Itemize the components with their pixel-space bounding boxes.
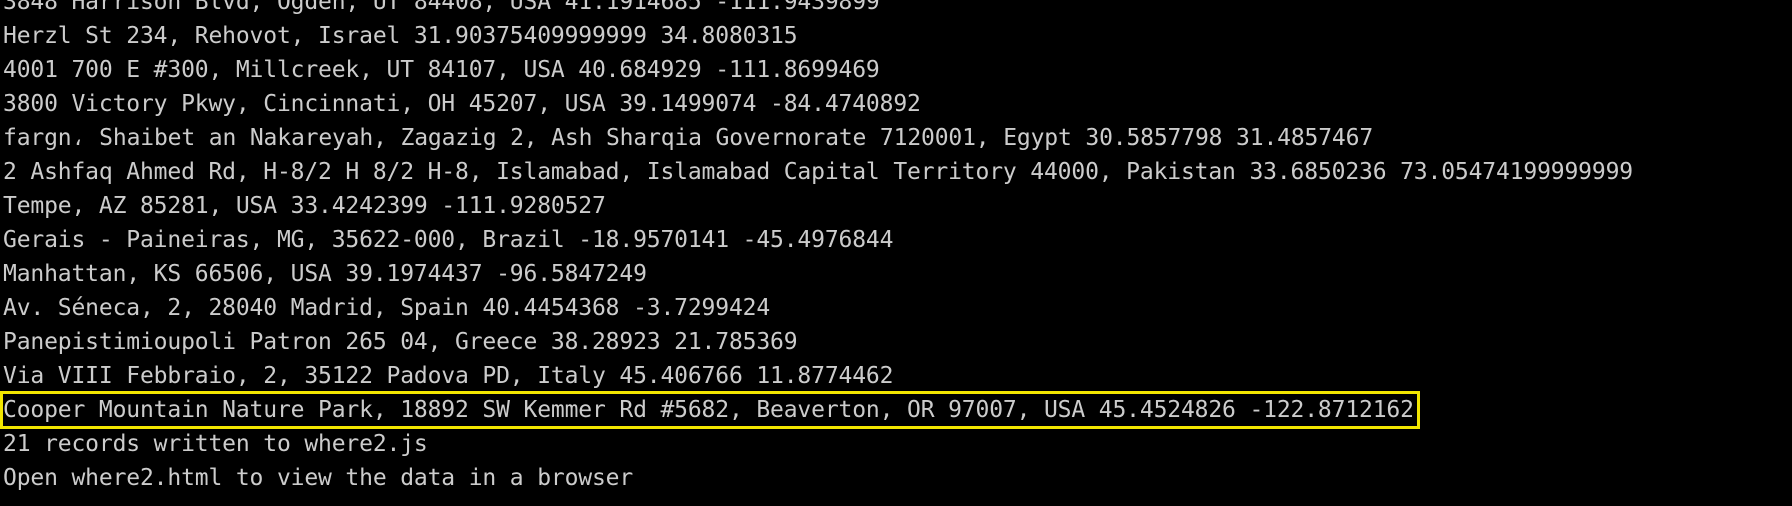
terminal-line: 4001 700 E #300, Millcreek, UT 84107, US…: [3, 57, 880, 83]
terminal-line: Manhattan, KS 66506, USA 39.1974437 -96.…: [3, 261, 647, 287]
terminal-line: Via VIII Febbraio, 2, 35122 Padova PD, I…: [3, 363, 894, 389]
terminal-line: 2 Ashfaq Ahmed Rd, H-8/2 H 8/2 H-8, Isla…: [3, 159, 1633, 185]
terminal-line: 21 records written to where2.js: [3, 431, 428, 457]
terminal-line: Herzl St 234, Rehovot, Israel 31.9037540…: [3, 23, 798, 49]
terminal-output: 3848 Harrison Blvd, Ogden, UT 84408, USA…: [0, 0, 1792, 495]
highlighted-terminal-line: Cooper Mountain Nature Park, 18892 SW Ke…: [0, 391, 1420, 429]
terminal-line: Gerais - Paineiras, MG, 35622-000, Brazi…: [3, 227, 894, 253]
terminal-line: Av. Séneca, 2, 28040 Madrid, Spain 40.44…: [3, 295, 771, 321]
terminal-line: Panepistimioupoli Patron 265 04, Greece …: [3, 329, 798, 355]
terminal-line: 3800 Victory Pkwy, Cincinnati, OH 45207,…: [3, 91, 921, 117]
terminal-line: Open where2.html to view the data in a b…: [3, 465, 634, 491]
terminal-line: Tempe, AZ 85281, USA 33.4242399 -111.928…: [3, 193, 606, 219]
terminal-line: fargn، Shaibet an Nakareyah, Zagazig 2, …: [3, 125, 1374, 151]
highlighted-line-row: Cooper Mountain Nature Park, 18892 SW Ke…: [0, 391, 1792, 429]
terminal-line: 3848 Harrison Blvd, Ogden, UT 84408, USA…: [3, 0, 880, 15]
